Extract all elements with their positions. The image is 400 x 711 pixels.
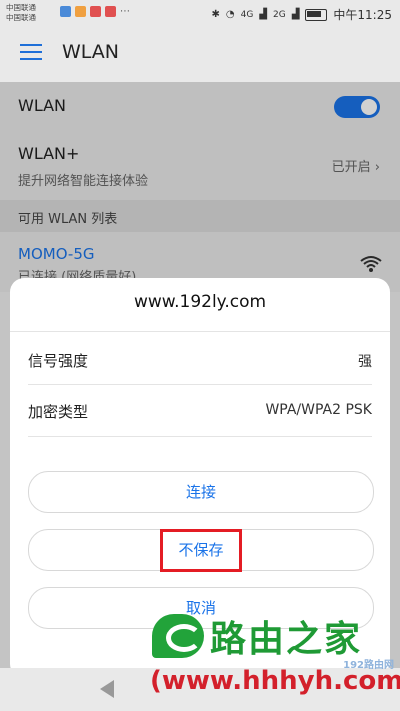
watermark-brand: 路由之家 xyxy=(210,619,363,660)
connect-button[interactable]: 连接 xyxy=(28,471,374,513)
watermark-url: (www.hhhyh.com xyxy=(150,666,400,696)
signal-strength-label: 信号强度 xyxy=(28,352,89,370)
signal-strength-value: 强 xyxy=(358,354,372,370)
divider xyxy=(28,436,372,437)
clock: 中午11:25 xyxy=(333,8,392,22)
signal-bars-icon: ▟ xyxy=(259,9,267,20)
carrier-1: 中国联通 xyxy=(6,3,36,12)
battery-icon xyxy=(305,8,328,21)
highlight-annotation xyxy=(160,529,242,572)
menu-icon[interactable] xyxy=(20,44,42,62)
wifi-status-icon: ◔ xyxy=(225,9,235,20)
divider xyxy=(28,384,372,385)
status-bar: 中国联通 中国联通 ⋯ ✱ ◔ 4G ▟ 2G ▟ 中午11:25 xyxy=(0,0,400,26)
status-right: ✱ ◔ 4G ▟ 2G ▟ 中午11:25 xyxy=(211,6,392,23)
back-icon[interactable] xyxy=(100,680,114,698)
weibo-icon xyxy=(105,6,116,17)
signal-1: 4G xyxy=(240,9,254,20)
weibo-icon xyxy=(90,6,101,17)
app-notification-icon xyxy=(75,6,86,17)
carrier-info: 中国联通 中国联通 xyxy=(6,3,36,23)
signal-2: 2G xyxy=(273,9,286,20)
app-bar: WLAN xyxy=(0,26,400,82)
divider xyxy=(10,331,390,332)
page-title: WLAN xyxy=(62,41,120,63)
notification-icons: ⋯ xyxy=(60,6,130,17)
more-notifications-icon: ⋯ xyxy=(120,6,130,17)
telegram-icon xyxy=(60,6,71,17)
signal-bars-icon: ▟ xyxy=(291,9,300,20)
carrier-2: 中国联通 xyxy=(6,13,36,22)
dialog-title: www.192ly.com xyxy=(133,292,267,312)
watermark: 路由之家 192路由网 (www.hhhyh.com xyxy=(148,610,400,711)
encryption-value: WPA/WPA2 PSK xyxy=(265,402,372,418)
brand-logo-icon xyxy=(152,614,204,658)
encryption-label: 加密类型 xyxy=(28,403,89,421)
vibrate-icon: ✱ xyxy=(211,9,220,20)
